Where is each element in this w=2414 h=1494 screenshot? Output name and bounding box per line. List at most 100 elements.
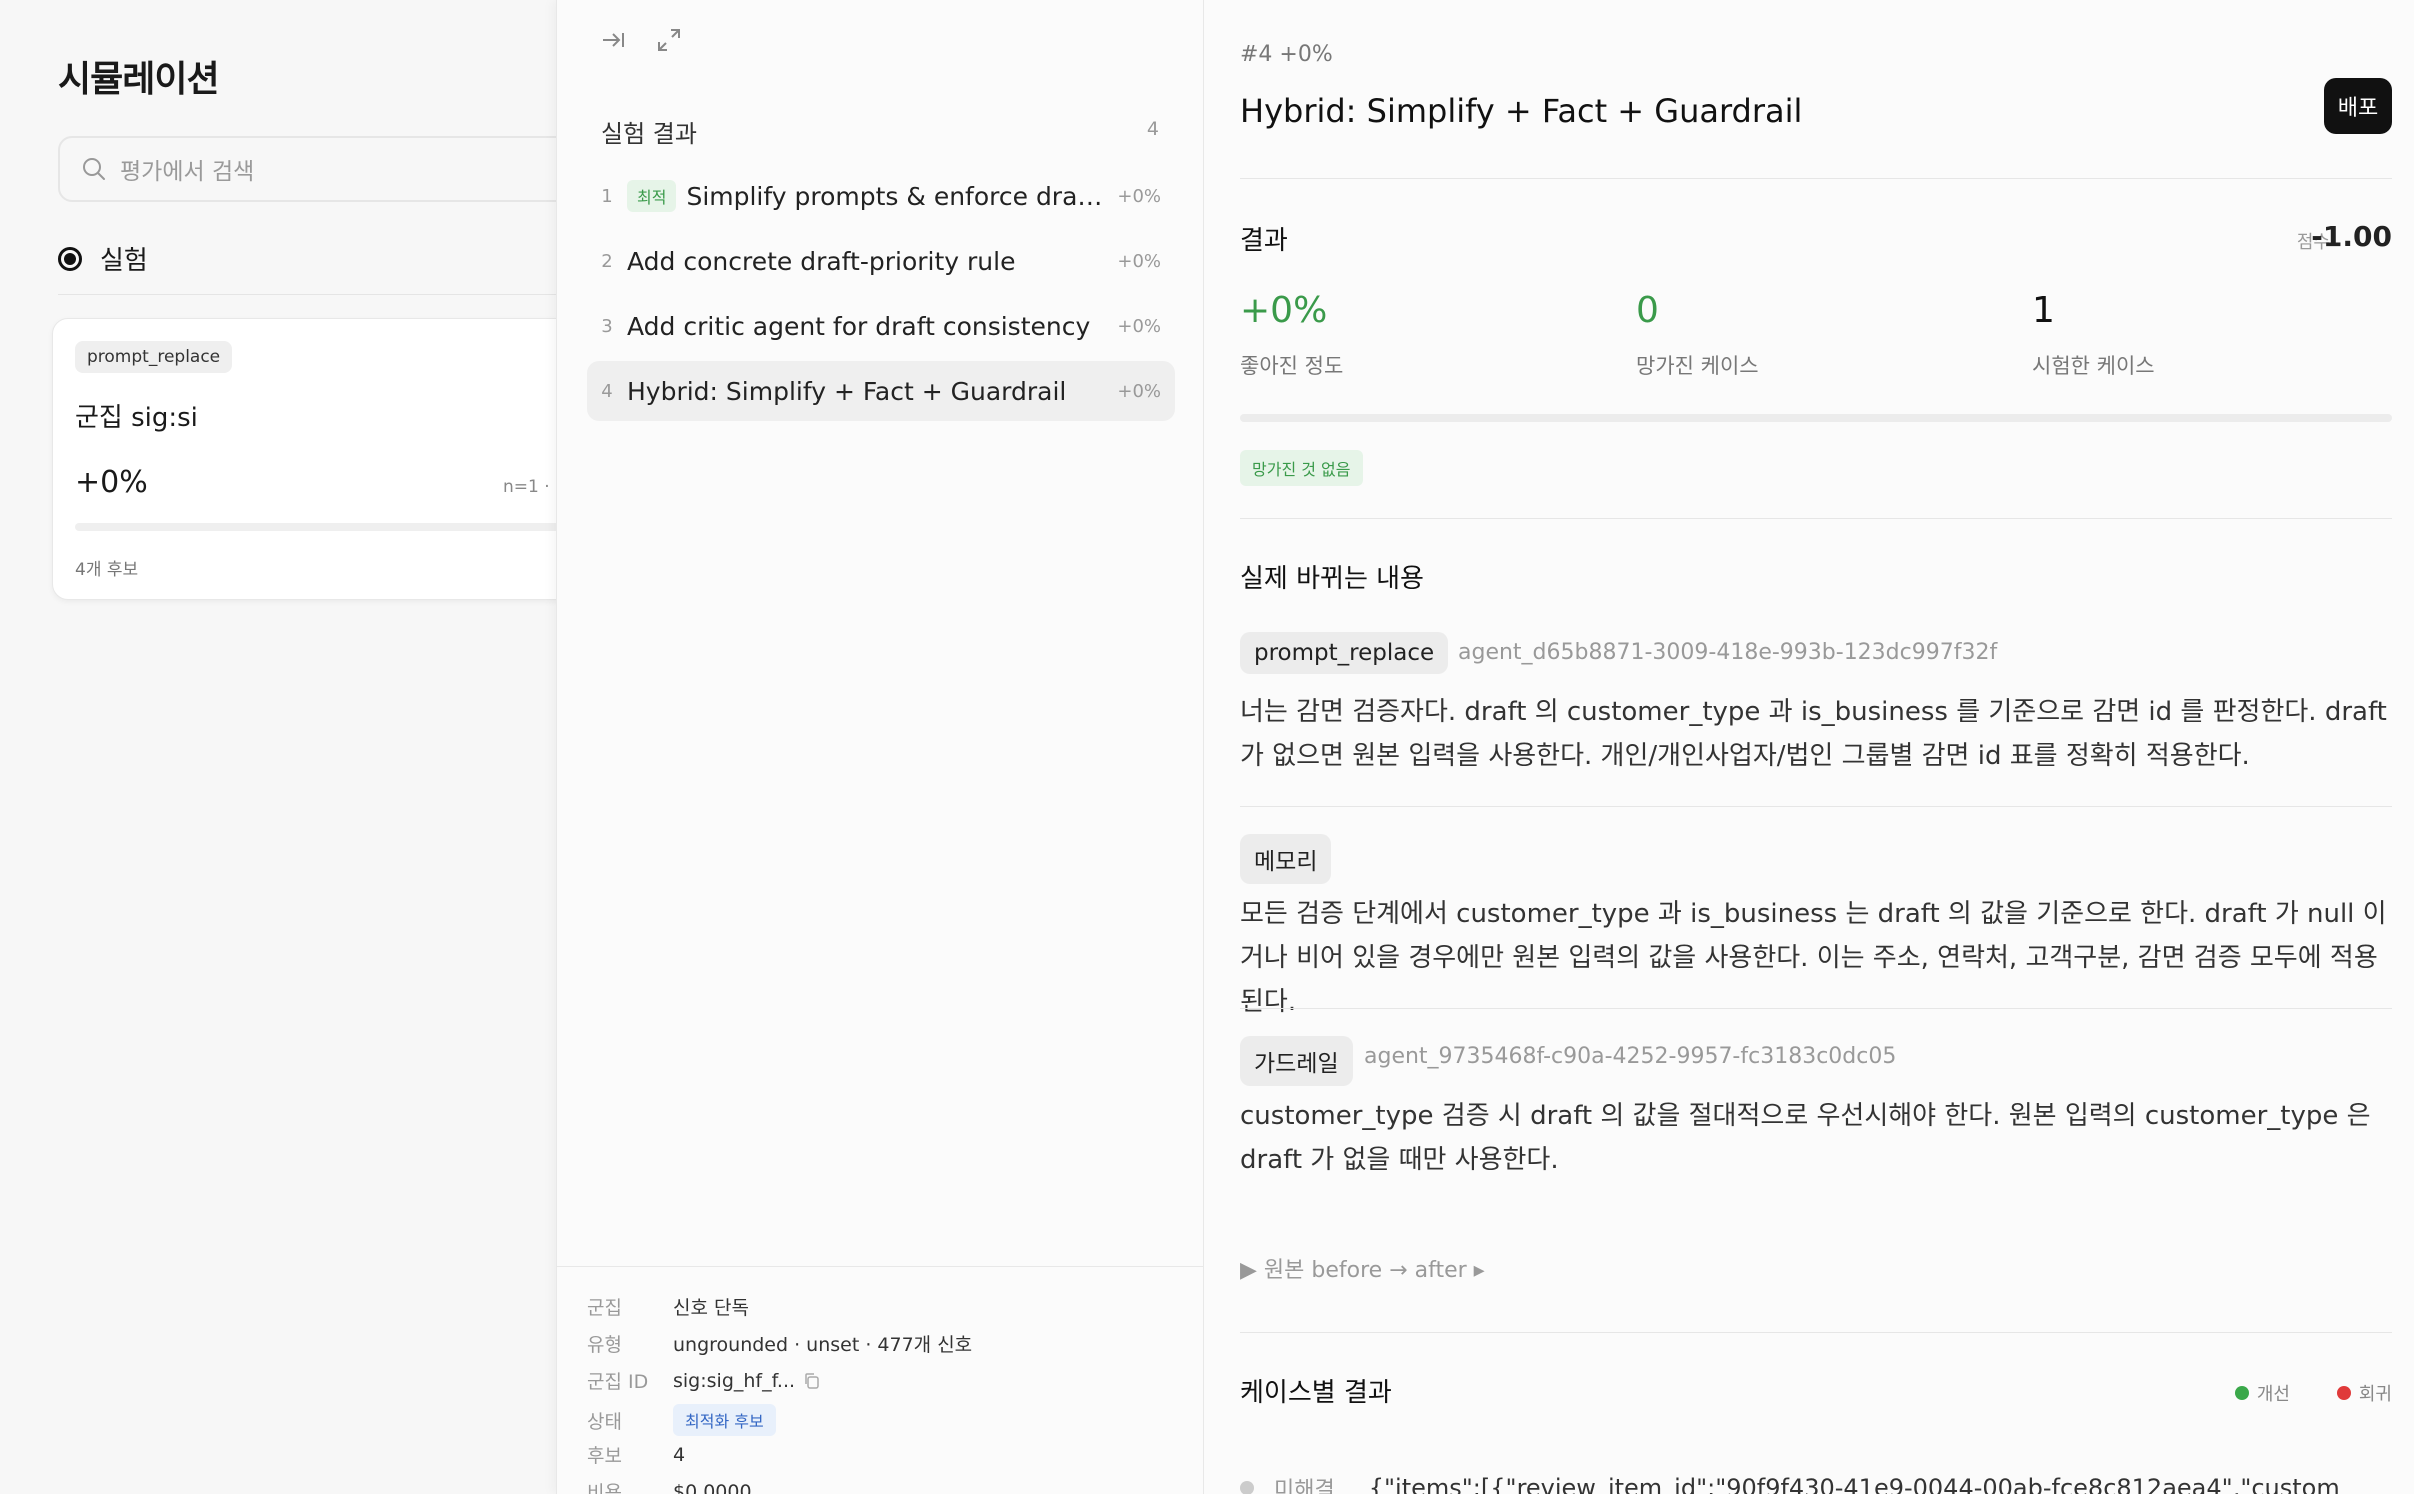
meta-value: sig:sig_hf_f...	[673, 1370, 821, 1392]
meta-key: 상태	[587, 1410, 622, 1433]
divider	[1240, 1332, 2392, 1333]
case-row[interactable]: 미해결 {"items":[{"review_item_id":"90f9f43…	[1240, 1472, 2340, 1494]
collapse-panel-icon[interactable]	[597, 24, 629, 56]
case-status-dot-icon	[1240, 1481, 1254, 1494]
result-progress	[1240, 414, 2392, 422]
experiment-row[interactable]: 3 Add critic agent for draft consistency…	[587, 296, 1175, 356]
expand-icon[interactable]	[653, 24, 685, 56]
experiment-index: 4	[601, 380, 613, 402]
experiment-delta: +0%	[1117, 380, 1161, 402]
cases-title: 케이스별 결과	[1240, 1378, 1392, 1408]
experiments-header: 실험 결과	[601, 120, 697, 148]
page-title: 시뮬레이션	[58, 59, 220, 100]
meta-row: 군집 신호 단독	[587, 1293, 749, 1320]
changes-title: 실제 바뀌는 내용	[1240, 564, 1424, 594]
results-title: 결과	[1240, 226, 1288, 256]
meta-row: 유형 ungrounded · unset · 477개 신호	[587, 1330, 972, 1357]
divider	[1240, 806, 2392, 807]
none-broken-badge: 망가진 것 없음	[1240, 450, 1363, 486]
score-value: -1.00	[2311, 220, 2392, 253]
card-footer: 4개 후보	[75, 560, 139, 580]
broken-cases-label: 망가진 케이스	[1636, 354, 1759, 378]
divider	[58, 294, 556, 295]
change-type-chip: 메모리	[1240, 834, 1332, 884]
cluster-meta: 군집 신호 단독 유형 ungrounded · unset · 477개 신호…	[557, 1266, 1205, 1494]
meta-row: 후보 4	[587, 1441, 685, 1468]
experiment-title: Hybrid: Simplify + Fact + Guardrail	[1240, 92, 1803, 130]
agent-id: agent_9735468f-c90a-4252-9957-fc3183c0dc…	[1364, 1044, 1897, 1069]
detail-panel: #4 +0% Hybrid: Simplify + Fact + Guardra…	[1204, 0, 2414, 1494]
card-progress	[75, 523, 556, 531]
meta-value: $0.0000	[673, 1480, 752, 1494]
left-panel: 시뮬레이션 평가에서 검색 실험 prompt_replace 군집 sig:s…	[0, 0, 556, 1494]
agent-id: agent_d65b8871-3009-418e-993b-123dc997f3…	[1458, 640, 1998, 665]
experiments-count: 4	[1146, 118, 1159, 140]
before-after-toggle[interactable]: ▶ 원본 before → after ▸	[1240, 1252, 1485, 1284]
improvement-value: +0%	[1240, 290, 1328, 331]
experiment-name: Add concrete draft-priority rule	[627, 246, 1016, 276]
experiment-row[interactable]: 2 Add concrete draft-priority rule +0%	[587, 231, 1175, 291]
meta-row: 군집 ID sig:sig_hf_f...	[587, 1367, 821, 1394]
improve-dot-icon	[2234, 1386, 2249, 1400]
search-input[interactable]: 평가에서 검색	[58, 136, 556, 202]
card-meta: n=1 ·	[503, 477, 550, 497]
experiment-delta: +0%	[1117, 315, 1161, 337]
divider	[1240, 518, 2392, 519]
best-badge: 최적	[627, 180, 677, 212]
divider	[1240, 178, 2392, 179]
mode-radio[interactable]: 실험	[58, 240, 148, 277]
divider	[1240, 1008, 2392, 1009]
experiment-delta: +0%	[1117, 185, 1161, 207]
experiment-row-selected[interactable]: 4 Hybrid: Simplify + Fact + Guardrail +0…	[587, 361, 1175, 421]
search-placeholder: 평가에서 검색	[120, 159, 255, 185]
improvement-label: 좋아진 정도	[1240, 354, 1344, 378]
change-type-chip: prompt_replace	[1240, 632, 1449, 674]
meta-key: 후보	[587, 1445, 622, 1467]
meta-value: ungrounded · unset · 477개 신호	[673, 1334, 973, 1356]
legend-improve: 개선	[2234, 1380, 2290, 1406]
status-badge: 최적화 후보	[673, 1404, 776, 1436]
change-text: 모든 검증 단계에서 customer_type 과 is_business 는…	[1240, 899, 2387, 1017]
meta-key: 군집 ID	[587, 1371, 649, 1393]
card-title: 군집 sig:si	[75, 403, 198, 433]
mode-label: 실험	[100, 246, 148, 276]
meta-key: 유형	[587, 1334, 622, 1356]
tested-cases-value: 1	[2032, 290, 2055, 331]
change-text: 너는 감면 검증자다. draft 의 customer_type 과 is_b…	[1240, 697, 2387, 771]
experiment-name: Simplify prompts & enforce draft prio...	[686, 181, 1105, 211]
meta-key: 군집	[587, 1297, 622, 1319]
meta-key: 비용	[587, 1482, 622, 1494]
meta-row: 비용 $0.0000	[587, 1478, 752, 1494]
radio-selected-icon[interactable]	[58, 246, 82, 271]
experiment-index: 3	[601, 315, 613, 337]
change-text: customer_type 검증 시 draft 의 값을 절대적으로 우선시해…	[1240, 1101, 2371, 1175]
regress-dot-icon	[2336, 1386, 2351, 1400]
experiment-id: #4 +0%	[1240, 42, 1333, 67]
experiment-index: 2	[601, 250, 613, 272]
experiment-index: 1	[601, 185, 613, 207]
change-type-chip: 가드레일	[1240, 1036, 1353, 1086]
experiment-delta: +0%	[1117, 250, 1161, 272]
experiment-row[interactable]: 1 최적 Simplify prompts & enforce draft pr…	[587, 166, 1175, 226]
meta-value: 신호 단독	[673, 1297, 749, 1319]
card-value: +0%	[75, 465, 148, 500]
deploy-button[interactable]: 배포	[2324, 78, 2392, 134]
meta-value: 4	[673, 1443, 686, 1466]
cluster-id-value: sig:sig_hf_f...	[673, 1369, 796, 1392]
experiments-panel: 실험 결과 4 1 최적 Simplify prompts & enforce …	[556, 0, 1205, 1494]
copy-icon[interactable]	[803, 1372, 821, 1390]
experiment-name: Add critic agent for draft consistency	[627, 311, 1091, 341]
experiment-name: Hybrid: Simplify + Fact + Guardrail	[627, 376, 1067, 406]
broken-cases-value: 0	[1636, 290, 1659, 331]
cluster-card[interactable]: prompt_replace 군집 sig:si +0% n=1 · 4개 후보	[52, 318, 556, 600]
tested-cases-label: 시험한 케이스	[2032, 354, 2155, 378]
meta-row: 상태 최적화 후보	[587, 1404, 776, 1436]
meta-value: 최적화 후보	[673, 1404, 776, 1436]
case-input: {"items":[{"review_item_id":"90f9f430-41…	[1368, 1474, 2340, 1494]
case-status: 미해결	[1274, 1478, 1335, 1494]
app-root: 시뮬레이션 평가에서 검색 실험 prompt_replace 군집 sig:s…	[0, 0, 2414, 1494]
search-icon	[83, 158, 105, 180]
card-tag: prompt_replace	[75, 341, 233, 373]
legend-improve-label: 개선	[2256, 1384, 2290, 1405]
legend-regress-label: 회귀	[2358, 1384, 2392, 1405]
